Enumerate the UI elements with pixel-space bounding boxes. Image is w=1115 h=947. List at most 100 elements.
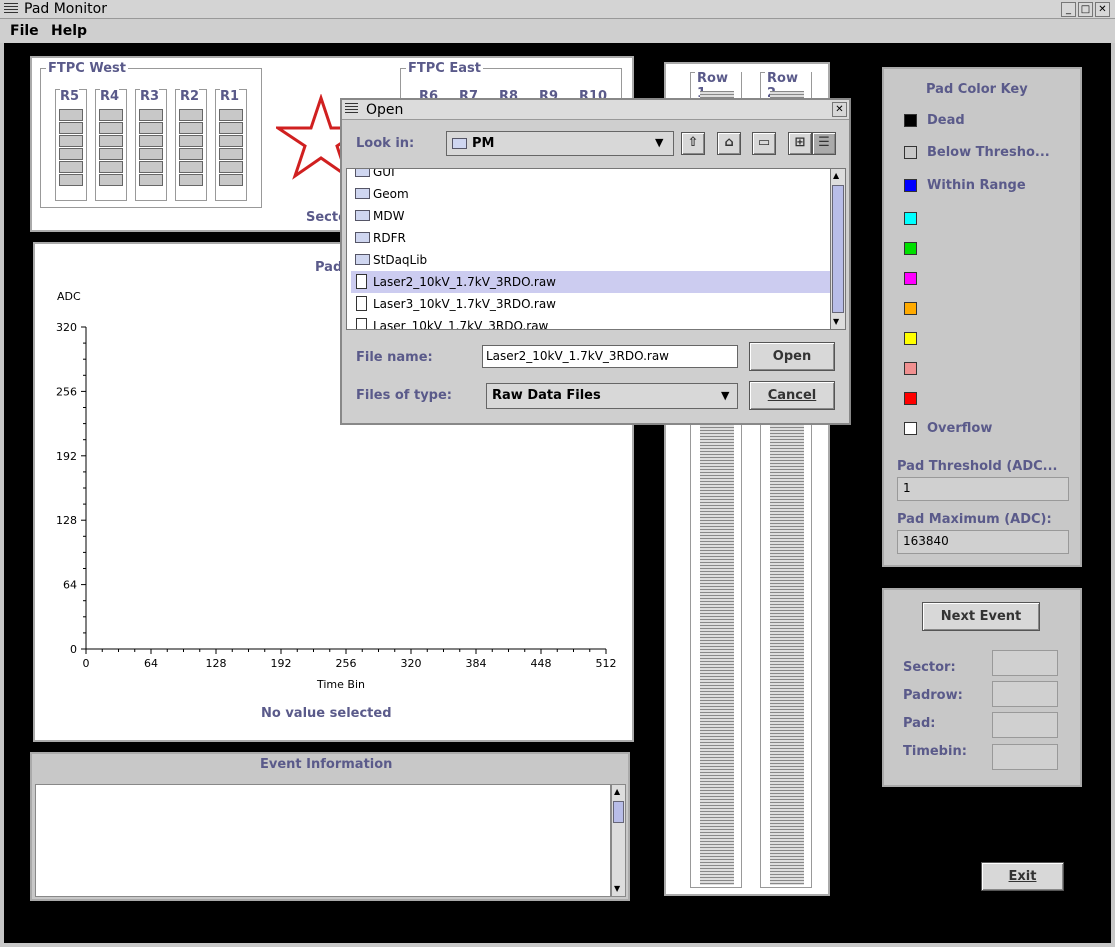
files-of-type-value: Raw Data Files <box>492 388 601 403</box>
west-row-r3[interactable]: R3 <box>135 89 167 201</box>
row-label: R4 <box>100 89 120 104</box>
y-tick-label: 256 <box>56 385 77 398</box>
color-swatch <box>904 179 917 192</box>
up-folder-icon[interactable]: ⇧ <box>681 132 705 155</box>
y-tick-label: 320 <box>56 321 77 334</box>
event-info-text[interactable] <box>35 784 611 897</box>
chevron-down-icon: ▼ <box>721 389 730 402</box>
file-list-item[interactable]: Laser2_10kV_1.7kV_3RDO.raw <box>351 271 830 293</box>
padrow-field[interactable] <box>992 681 1058 707</box>
scroll-up-icon[interactable]: ▲ <box>833 171 839 180</box>
scroll-down-icon[interactable]: ▼ <box>833 317 839 326</box>
color-key-title: Pad Color Key <box>926 82 1028 97</box>
file-name-input[interactable]: Laser2_10kV_1.7kV_3RDO.raw <box>482 345 738 368</box>
x-tick-label: 0 <box>83 657 90 670</box>
event-info-panel: Event Information ▲ ▼ <box>30 752 630 901</box>
new-folder-icon[interactable]: ▭ <box>752 132 776 155</box>
file-list[interactable]: GUI Geom MDW RDFR StDaqLib Laser2_10kV_1.7kV_… <box>346 168 831 330</box>
row-label: R2 <box>180 89 200 104</box>
file-name: StDaqLib <box>373 253 428 267</box>
menu-file[interactable]: File <box>10 23 39 39</box>
file-list-item[interactable]: MDW <box>351 205 830 227</box>
dialog-title: Open <box>366 102 404 118</box>
next-event-button[interactable]: Next Event <box>922 602 1040 631</box>
x-tick-label: 320 <box>401 657 422 670</box>
files-of-type-combo[interactable]: Raw Data Files ▼ <box>486 383 738 409</box>
color-swatch <box>904 272 917 285</box>
maximize-icon[interactable]: □ <box>1078 2 1093 17</box>
file-list-item[interactable]: GUI <box>351 169 830 183</box>
x-tick-label: 64 <box>144 657 158 670</box>
x-tick-label: 512 <box>596 657 617 670</box>
west-row-r2[interactable]: R2 <box>175 89 207 201</box>
color-key-item <box>904 241 927 261</box>
row-label: R5 <box>60 89 80 104</box>
color-key-item: Within Range <box>904 178 1026 198</box>
west-row-r5[interactable]: R5 <box>55 89 87 201</box>
x-tick-label: 128 <box>206 657 227 670</box>
row-label: R3 <box>140 89 160 104</box>
color-key-item <box>904 271 927 291</box>
pad-field[interactable] <box>992 712 1058 738</box>
y-tick-label: 192 <box>56 450 77 463</box>
menu-help[interactable]: Help <box>51 23 87 39</box>
folder-icon <box>355 254 370 265</box>
file-icon <box>356 318 367 329</box>
file-list-item[interactable]: RDFR <box>351 227 830 249</box>
threshold-field[interactable]: 1 <box>897 477 1069 501</box>
file-name: Laser_10kV_1.7kV_3RDO.raw <box>373 319 549 330</box>
look-in-label: Look in: <box>356 136 415 151</box>
color-swatch <box>904 302 917 315</box>
file-list-item[interactable]: StDaqLib <box>351 249 830 271</box>
minimize-icon[interactable]: _ <box>1061 2 1076 17</box>
color-swatch <box>904 332 917 345</box>
timebin-field-label: Timebin: <box>903 744 967 759</box>
west-row-r4[interactable]: R4 <box>95 89 127 201</box>
color-key-item <box>904 331 927 351</box>
folder-icon <box>355 210 370 221</box>
color-key-item: Overflow <box>904 421 992 441</box>
chevron-down-icon: ▼ <box>655 136 664 149</box>
color-key-panel: Pad Color Key Dead Below Thresho... Within… <box>882 67 1082 567</box>
dialog-titlebar: Open ✕ <box>342 100 849 120</box>
look-in-value: PM <box>472 136 495 151</box>
folder-icon <box>355 188 370 199</box>
color-key-item <box>904 301 927 321</box>
x-axis-label: Time Bin <box>317 678 365 691</box>
west-row-r1[interactable]: R1 <box>215 89 247 201</box>
color-key-item <box>904 211 927 231</box>
event-info-scrollbar[interactable]: ▲ ▼ <box>611 784 626 897</box>
file-list-scrollbar[interactable]: ▲ ▼ <box>830 168 846 330</box>
threshold-label: Pad Threshold (ADC... <box>897 459 1058 474</box>
file-list-item[interactable]: Geom <box>351 183 830 205</box>
file-list-item[interactable]: Laser3_10kV_1.7kV_3RDO.raw <box>351 293 830 315</box>
close-icon[interactable]: ✕ <box>1095 2 1110 17</box>
details-view-icon[interactable]: ☰ <box>812 132 836 155</box>
home-icon[interactable]: ⌂ <box>717 132 741 155</box>
list-view-icon[interactable]: ⊞ <box>788 132 812 155</box>
file-list-item[interactable]: Laser_10kV_1.7kV_3RDO.raw <box>351 315 830 330</box>
open-button[interactable]: Open <box>749 342 835 371</box>
color-key-item: Dead <box>904 113 965 133</box>
color-key-item: Below Thresho... <box>904 145 1050 165</box>
color-key-label: Dead <box>927 113 965 128</box>
color-key-item <box>904 361 927 381</box>
look-in-combo[interactable]: PM ▼ <box>446 131 674 156</box>
scroll-down-icon[interactable]: ▼ <box>614 884 620 893</box>
sector-field[interactable] <box>992 650 1058 676</box>
maximum-field[interactable]: 163840 <box>897 530 1069 554</box>
ftpc-east-title: FTPC East <box>406 61 483 76</box>
sector-field-label: Sector: <box>903 660 956 675</box>
file-name-label: File name: <box>356 350 433 365</box>
color-swatch <box>904 242 917 255</box>
cancel-button[interactable]: Cancel <box>749 381 835 410</box>
dialog-menu-icon[interactable] <box>345 103 358 115</box>
exit-button[interactable]: Exit <box>981 862 1064 891</box>
scroll-up-icon[interactable]: ▲ <box>614 787 620 796</box>
color-key-label: Overflow <box>927 421 993 436</box>
file-name: MDW <box>373 209 405 223</box>
dialog-close-icon[interactable]: ✕ <box>832 102 847 117</box>
maximum-label: Pad Maximum (ADC): <box>897 512 1052 527</box>
timebin-field[interactable] <box>992 744 1058 770</box>
window-menu-icon[interactable] <box>4 3 18 15</box>
